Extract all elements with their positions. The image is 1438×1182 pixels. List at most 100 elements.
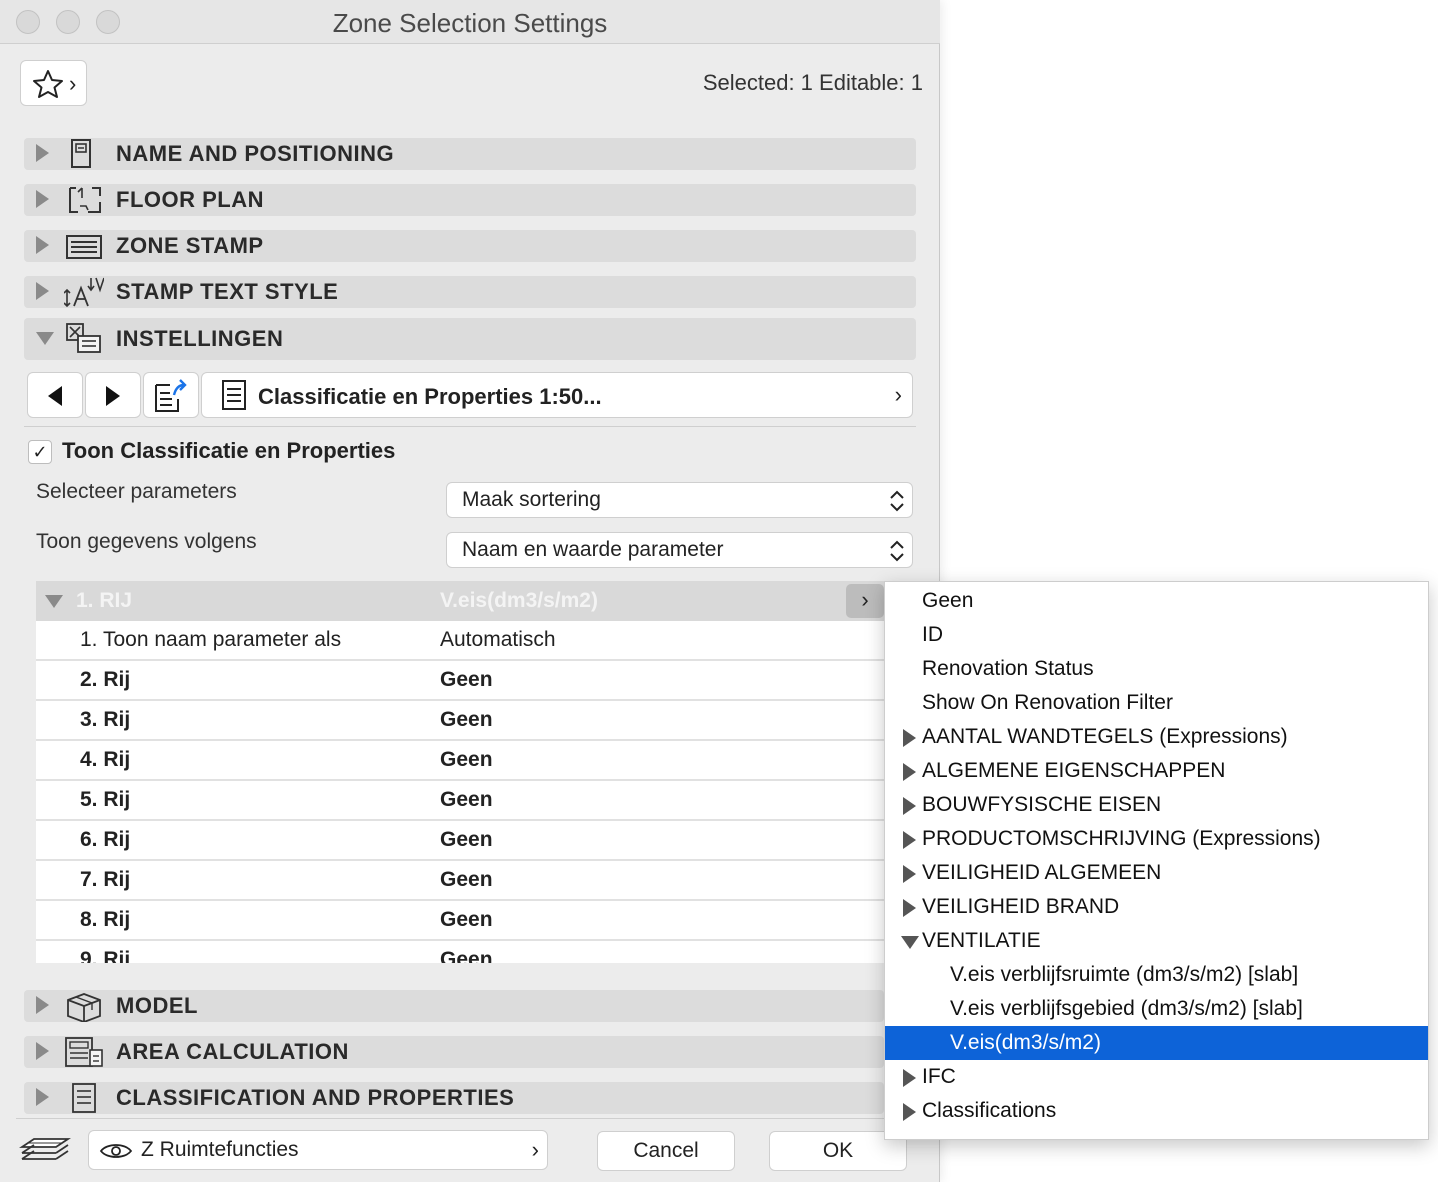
table-row[interactable]: 7. Rij Geen <box>36 861 884 901</box>
show-data-dropdown[interactable]: Naam en waarde parameter <box>446 532 913 568</box>
section-instellingen[interactable]: INSTELLINGEN <box>24 318 916 360</box>
menu-item-label: Show On Renovation Filter <box>922 691 1173 714</box>
panel-import-button[interactable] <box>143 372 199 418</box>
menu-item-label: Renovation Status <box>922 657 1094 680</box>
menu-group[interactable]: PRODUCTOMSCHRIJVING (Expressions) <box>885 822 1428 856</box>
chevron-right-icon: › <box>531 1137 539 1162</box>
title-bar: Zone Selection Settings <box>0 0 940 44</box>
row-value: Geen <box>440 908 493 931</box>
section-name-and-positioning[interactable]: NAME AND POSITIONING <box>24 138 916 170</box>
disclosure-triangle-icon <box>903 797 916 815</box>
layer-selector[interactable]: Z Ruimtefuncties › <box>88 1130 548 1170</box>
favorites-button[interactable]: › <box>20 60 87 106</box>
section-floor-plan[interactable]: FLOOR PLAN <box>24 184 916 216</box>
panel-selector-label: Classificatie en Properties 1:50... <box>258 384 602 409</box>
menu-group[interactable]: ALGEMENE EIGENSCHAPPEN <box>885 754 1428 788</box>
previous-panel-button[interactable] <box>27 372 83 418</box>
disclosure-triangle-open-icon <box>901 936 919 949</box>
menu-group[interactable]: AANTAL WANDTEGELS (Expressions) <box>885 720 1428 754</box>
arrow-left-icon <box>48 386 62 406</box>
section-label: CLASSIFICATION AND PROPERTIES <box>116 1085 515 1110</box>
section-model[interactable]: MODEL <box>24 990 884 1022</box>
eye-icon <box>99 1144 133 1158</box>
menu-item[interactable]: Show On Renovation Filter <box>885 686 1428 720</box>
row-header-name: 1. RIJ <box>76 589 133 612</box>
select-parameters-dropdown[interactable]: Maak sortering <box>446 482 913 518</box>
layer-icon <box>19 1138 71 1160</box>
divider <box>16 1118 884 1119</box>
table-row[interactable]: 1. Toon naam parameter als Automatisch <box>36 621 884 661</box>
row-value: Geen <box>440 948 493 963</box>
table-row[interactable]: 6. Rij Geen <box>36 821 884 861</box>
table-row[interactable]: 2. Rij Geen <box>36 661 884 701</box>
select-parameters-label: Selecteer parameters <box>36 480 237 503</box>
model-box-icon <box>67 993 101 1022</box>
parameter-popup-menu: Geen ID Renovation Status Show On Renovatio… <box>884 581 1429 1140</box>
disclosure-triangle-open-icon <box>45 595 63 608</box>
table-row[interactable]: 3. Rij Geen <box>36 701 884 741</box>
chevron-right-icon: › <box>69 71 77 96</box>
document-icon <box>72 1083 96 1113</box>
panel-selector[interactable]: Classificatie en Properties 1:50... › <box>201 372 913 418</box>
row-value: Geen <box>440 868 493 891</box>
disclosure-triangle-open-icon <box>36 332 54 345</box>
table-row-header[interactable]: 1. RIJ V.eis(dm3/s/m2) › <box>36 581 884 621</box>
floor-plan-icon <box>69 187 101 213</box>
menu-item[interactable]: V.eis verblijfsgebied (dm3/s/m2) [slab] <box>885 992 1428 1026</box>
menu-item-label: IFC <box>922 1065 956 1088</box>
zone-stamp-icon <box>66 235 102 259</box>
menu-item-label: V.eis verblijfsgebied (dm3/s/m2) [slab] <box>950 997 1303 1020</box>
menu-group[interactable]: VEILIGHEID ALGEMEEN <box>885 856 1428 890</box>
section-area-calculation[interactable]: AREA CALCULATION <box>24 1036 884 1068</box>
row-name: 1. Toon naam parameter als <box>80 628 342 651</box>
section-label: ZONE STAMP <box>116 233 264 258</box>
show-data-value: Naam en waarde parameter <box>462 538 724 561</box>
name-positioning-icon <box>71 139 91 168</box>
chevron-right-icon: › <box>894 382 902 407</box>
menu-group[interactable]: VEILIGHEID BRAND <box>885 890 1428 924</box>
table-row[interactable]: 5. Rij Geen <box>36 781 884 821</box>
section-label: FLOOR PLAN <box>116 187 264 212</box>
section-stamp-text-style[interactable]: STAMP TEXT STYLE <box>24 276 916 308</box>
show-classification-checkbox[interactable]: ✓ <box>28 440 52 464</box>
menu-group[interactable]: IFC <box>885 1060 1428 1094</box>
section-label: INSTELLINGEN <box>116 326 284 351</box>
selection-info: Selected: 1 Editable: 1 <box>702 70 923 95</box>
menu-group[interactable]: BOUWFYSISCHE EISEN <box>885 788 1428 822</box>
show-classification-label: Toon Classificatie en Properties <box>62 438 396 463</box>
menu-item[interactable]: Renovation Status <box>885 652 1428 686</box>
arrow-right-icon <box>106 386 120 406</box>
cancel-button[interactable]: Cancel <box>597 1131 735 1171</box>
menu-item[interactable]: ID <box>885 618 1428 652</box>
disclosure-triangle-icon <box>903 729 916 747</box>
row-name: 6. Rij <box>80 828 131 851</box>
zone-selection-settings-dialog: Zone Selection Settings › Selected: 1 Ed… <box>0 0 940 1182</box>
updown-chevron-icon <box>890 490 904 512</box>
section-zone-stamp[interactable]: ZONE STAMP <box>24 230 916 262</box>
table-row[interactable]: 8. Rij Geen <box>36 901 884 941</box>
section-classification-and-properties[interactable]: CLASSIFICATION AND PROPERTIES <box>24 1082 884 1114</box>
menu-item-label: VENTILATIE <box>922 929 1041 952</box>
row-header-value: V.eis(dm3/s/m2) <box>440 589 598 612</box>
table-row[interactable]: 4. Rij Geen <box>36 741 884 781</box>
document-upload-icon <box>155 379 187 412</box>
menu-item-selected[interactable]: V.eis(dm3/s/m2) <box>885 1026 1428 1060</box>
disclosure-triangle-icon <box>903 763 916 781</box>
menu-group[interactable]: VENTILATIE <box>885 924 1428 958</box>
section-label: NAME AND POSITIONING <box>116 141 395 166</box>
menu-item[interactable]: Geen <box>885 584 1428 618</box>
menu-group[interactable]: Classifications <box>885 1094 1428 1128</box>
disclosure-triangle-icon <box>903 865 916 883</box>
rows-table: 1. RIJ V.eis(dm3/s/m2) › 1. Toon naam pa… <box>36 581 884 963</box>
disclosure-triangle-icon <box>36 996 49 1014</box>
menu-item-label: V.eis verblijfsruimte (dm3/s/m2) [slab] <box>950 963 1299 986</box>
menu-item-label: BOUWFYSISCHE EISEN <box>922 793 1162 816</box>
menu-item[interactable]: V.eis verblijfsruimte (dm3/s/m2) [slab] <box>885 958 1428 992</box>
table-row[interactable]: 9. Rij Geen <box>36 941 884 963</box>
expand-menu-button[interactable]: › <box>846 584 884 618</box>
menu-item-label: VEILIGHEID ALGEMEEN <box>922 861 1162 884</box>
next-panel-button[interactable] <box>85 372 141 418</box>
section-label: STAMP TEXT STYLE <box>116 279 339 304</box>
disclosure-triangle-icon <box>36 236 49 254</box>
text-style-icon <box>64 277 104 308</box>
